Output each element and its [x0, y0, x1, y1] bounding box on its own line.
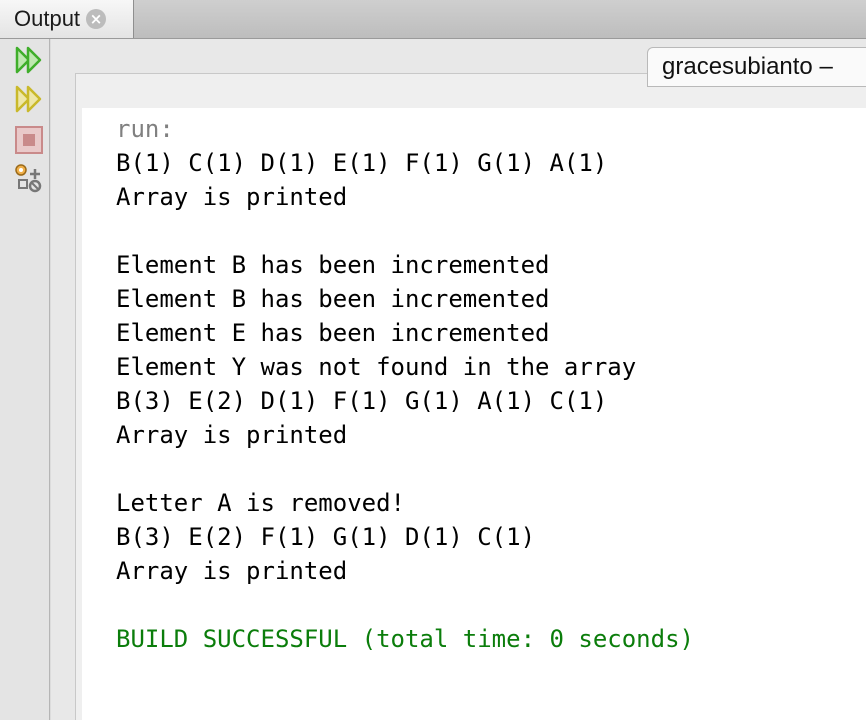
- output-window: Output × run: B(1) C(1) D(1) E(1) F(1) G…: [0, 0, 866, 720]
- console-line: Array is printed: [116, 557, 348, 585]
- console-line: B(3) E(2) F(1) G(1) D(1) C(1): [116, 523, 536, 551]
- console-text: run: B(1) C(1) D(1) E(1) F(1) G(1) A(1) Ar…: [116, 112, 694, 656]
- tab-gracesubianto[interactable]: gracesubianto –: [647, 47, 866, 87]
- console-line: B(3) E(2) D(1) F(1) G(1) A(1) C(1): [116, 387, 608, 415]
- rerun-with-params-icon[interactable]: [12, 82, 46, 116]
- tab-output-label: Output: [14, 6, 81, 31]
- output-panel: run: B(1) C(1) D(1) E(1) F(1) G(1) A(1) Ar…: [75, 73, 866, 720]
- tab-output[interactable]: Output ×: [0, 0, 134, 38]
- console-line: Letter A is removed!: [116, 489, 405, 517]
- console-line: Array is printed: [116, 183, 348, 211]
- console-line: B(1) C(1) D(1) E(1) F(1) G(1) A(1): [116, 149, 608, 177]
- stop-icon[interactable]: [12, 123, 46, 157]
- run-label: run:: [116, 115, 174, 143]
- subtab-label: gracesubianto –: [662, 53, 833, 80]
- console-output[interactable]: run: B(1) C(1) D(1) E(1) F(1) G(1) A(1) Ar…: [82, 108, 866, 720]
- build-status-line: BUILD SUCCESSFUL (total time: 0 seconds): [116, 625, 694, 653]
- console-line: Array is printed: [116, 421, 348, 449]
- console-line: Element E has been incremented: [116, 319, 550, 347]
- console-line: Element B has been incremented: [116, 251, 550, 279]
- console-line: Element B has been incremented: [116, 285, 550, 313]
- rerun-icon[interactable]: [12, 43, 46, 77]
- close-icon[interactable]: ×: [86, 9, 107, 29]
- console-line: Element Y was not found in the array: [116, 353, 637, 381]
- output-toolbar: [0, 39, 50, 720]
- settings-icon[interactable]: [12, 161, 46, 195]
- main-area: run: B(1) C(1) D(1) E(1) F(1) G(1) A(1) Ar…: [51, 39, 866, 720]
- tab-strip: Output ×: [0, 0, 866, 39]
